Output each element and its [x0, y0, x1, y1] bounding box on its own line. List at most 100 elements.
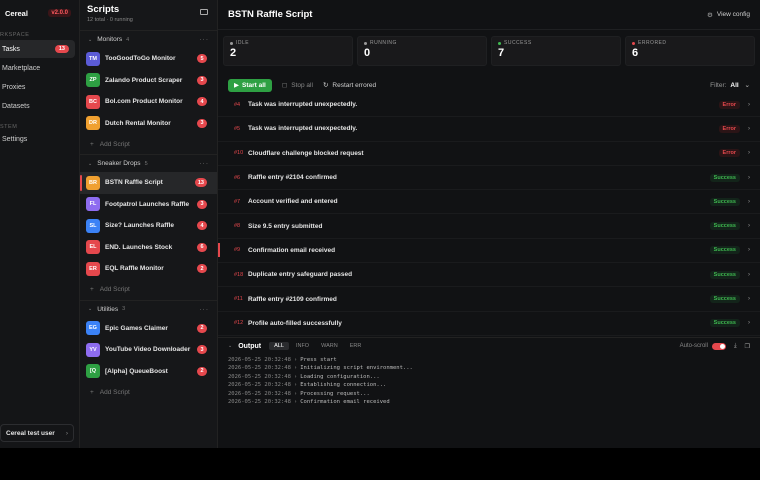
- stat-value: 2: [230, 47, 237, 59]
- script-avatar: YV: [86, 342, 100, 357]
- add-script-button[interactable]: + Add Script: [80, 280, 217, 300]
- status-dot: [498, 41, 501, 45]
- plus-icon: +: [90, 388, 94, 396]
- download-icon[interactable]: ⤓: [734, 343, 737, 350]
- start-all-button[interactable]: ▶ Start all: [228, 78, 272, 92]
- script-item[interactable]: YV YouTube Video Downloader 3: [80, 339, 217, 361]
- tab-all[interactable]: ALL: [269, 342, 289, 350]
- script-item[interactable]: [Q [Alpha] QueueBoost 2: [80, 361, 217, 383]
- task-row[interactable]: #11 Raffle entry #2109 confirmed Success ›: [218, 287, 760, 312]
- tab-err[interactable]: ERR: [345, 342, 367, 350]
- task-message: Raffle entry #2109 confirmed: [248, 295, 337, 303]
- filter-dropdown[interactable]: Filter: All ⌄: [710, 81, 750, 90]
- script-name: Size? Launches Raffle: [105, 222, 174, 230]
- script-group-header[interactable]: ⌄ Sneaker Drops 5 ···: [80, 154, 217, 172]
- task-row[interactable]: #18 Duplicate entry safeguard passed Succe…: [218, 263, 760, 288]
- chevron-right-icon[interactable]: ›: [748, 126, 750, 132]
- group-name: Utilities: [97, 305, 119, 313]
- user-name: Cereal test user: [6, 429, 55, 437]
- tab-warn[interactable]: WARN: [316, 342, 343, 350]
- task-message: Cloudflare challenge blocked request: [248, 149, 364, 157]
- stat-errored: ERRORED 6: [625, 36, 755, 66]
- user-menu[interactable]: Cereal test user ›: [0, 424, 74, 442]
- chevron-right-icon[interactable]: ›: [748, 199, 750, 205]
- chevron-right-icon[interactable]: ›: [748, 296, 750, 302]
- more-icon[interactable]: ···: [200, 36, 210, 43]
- stat-success: SUCCESS 7: [491, 36, 621, 66]
- script-avatar: DR: [86, 116, 100, 131]
- task-id: #9: [234, 247, 241, 254]
- script-group-header[interactable]: ⌄ Utilities 3 ···: [80, 299, 217, 318]
- script-name: Zalando Product Scraper: [105, 76, 183, 84]
- page-title: BSTN Raffle Script: [228, 9, 313, 20]
- script-item[interactable]: BR BSTN Raffle Script 13: [80, 172, 217, 194]
- autoscroll-control: Auto-scroll: [679, 342, 726, 350]
- script-item[interactable]: EL END. Launches Stock 6: [80, 237, 217, 259]
- log-list: 2026-05-25 20:32:48 › Press start 2026-05-2…: [218, 354, 760, 410]
- script-item[interactable]: FL Footpatrol Launches Raffle 3: [80, 194, 217, 216]
- arrow-icon: ›: [293, 373, 298, 380]
- task-id: #6: [234, 174, 241, 181]
- chevron-right-icon[interactable]: ›: [748, 102, 750, 108]
- autoscroll-toggle[interactable]: [711, 342, 726, 350]
- task-row[interactable]: #10 Cloudflare challenge blocked request E…: [218, 142, 760, 166]
- task-row[interactable]: #6 Raffle entry #2104 confirmed Success ›: [218, 166, 760, 191]
- task-id: #5: [234, 125, 241, 132]
- chevron-right-icon[interactable]: ›: [748, 272, 750, 278]
- chevron-right-icon[interactable]: ›: [748, 150, 750, 156]
- log-message: Processing request...: [300, 390, 370, 397]
- log-message: Confirmation email received: [300, 398, 390, 405]
- more-icon[interactable]: ···: [200, 306, 210, 313]
- more-icon[interactable]: ···: [200, 160, 210, 167]
- task-row[interactable]: #7 Account verified and entered Success ›: [218, 190, 760, 215]
- task-row[interactable]: #9 Confirmation email received Success ›: [218, 239, 760, 264]
- task-row[interactable]: #12 Profile auto-filled successfully Succe…: [218, 312, 760, 336]
- task-row[interactable]: #5 Task was interrupted unexpectedly. Erro…: [218, 117, 760, 142]
- status-dot: [632, 41, 635, 45]
- chevron-right-icon[interactable]: ›: [748, 175, 750, 181]
- nav-item-settings[interactable]: Settings: [0, 130, 75, 148]
- nav-item-datasets[interactable]: Datasets: [0, 97, 75, 115]
- nav-item-proxies[interactable]: Proxies: [0, 78, 75, 96]
- script-name: [Alpha] QueueBoost: [105, 367, 168, 375]
- script-group-header[interactable]: ⌄ Monitors 4 ···: [80, 30, 217, 48]
- chevron-right-icon[interactable]: ›: [748, 247, 750, 253]
- nav-item-marketplace[interactable]: Marketplace: [0, 59, 75, 77]
- task-row[interactable]: #4 Task was interrupted unexpectedly. Erro…: [218, 93, 760, 118]
- script-item[interactable]: ER EQL Raffle Monitor 2: [80, 258, 217, 280]
- add-script-label: Add Script: [99, 140, 130, 148]
- script-item[interactable]: DR Dutch Rental Monitor 3: [80, 113, 217, 135]
- collapse-icon[interactable]: ⌄: [228, 343, 232, 349]
- stat-label-text: IDLE: [236, 40, 250, 46]
- add-script-button[interactable]: + Add Script: [80, 134, 217, 154]
- view-config-button[interactable]: ⚙ View config: [707, 11, 750, 19]
- copy-icon[interactable]: ❐: [745, 343, 750, 350]
- script-task-badge: 5: [197, 54, 207, 64]
- stop-all-button[interactable]: ◻ Stop all: [282, 81, 313, 90]
- arrow-icon: ›: [293, 390, 298, 397]
- task-row[interactable]: #8 Size 9.5 entry submitted Success ›: [218, 214, 760, 239]
- script-task-badge: 13: [194, 178, 207, 188]
- nav-item-tasks[interactable]: Tasks 13: [0, 40, 75, 58]
- restart-errored-button[interactable]: ↻ Restart errored: [323, 81, 376, 90]
- chevron-right-icon[interactable]: ›: [748, 223, 750, 229]
- script-task-badge: 2: [197, 366, 207, 376]
- autoscroll-label: Auto-scroll: [679, 343, 708, 349]
- script-item[interactable]: BC Bol.com Product Monitor 4: [80, 91, 217, 113]
- script-item[interactable]: EG Epic Games Claimer 2: [80, 318, 217, 340]
- script-item[interactable]: ZP Zalando Product Scraper 3: [80, 70, 217, 92]
- script-item[interactable]: SL Size? Launches Raffle 4: [80, 215, 217, 237]
- add-script-button[interactable]: + Add Script: [80, 382, 217, 402]
- script-item[interactable]: TM TooGoodToGo Monitor 5: [80, 48, 217, 70]
- script-avatar: BR: [86, 175, 100, 190]
- arrow-icon: ›: [293, 382, 298, 389]
- status-badge: Success: [709, 270, 740, 279]
- new-folder-icon[interactable]: [200, 9, 208, 15]
- log-message: Loading configuration...: [300, 373, 380, 380]
- nav-item-label: Marketplace: [2, 64, 41, 72]
- stat-label: SUCCESS: [498, 40, 614, 46]
- tab-info[interactable]: INFO: [291, 342, 314, 350]
- chevron-right-icon[interactable]: ›: [748, 320, 750, 326]
- stat-value: 7: [498, 47, 505, 59]
- script-task-badge: 6: [197, 242, 207, 252]
